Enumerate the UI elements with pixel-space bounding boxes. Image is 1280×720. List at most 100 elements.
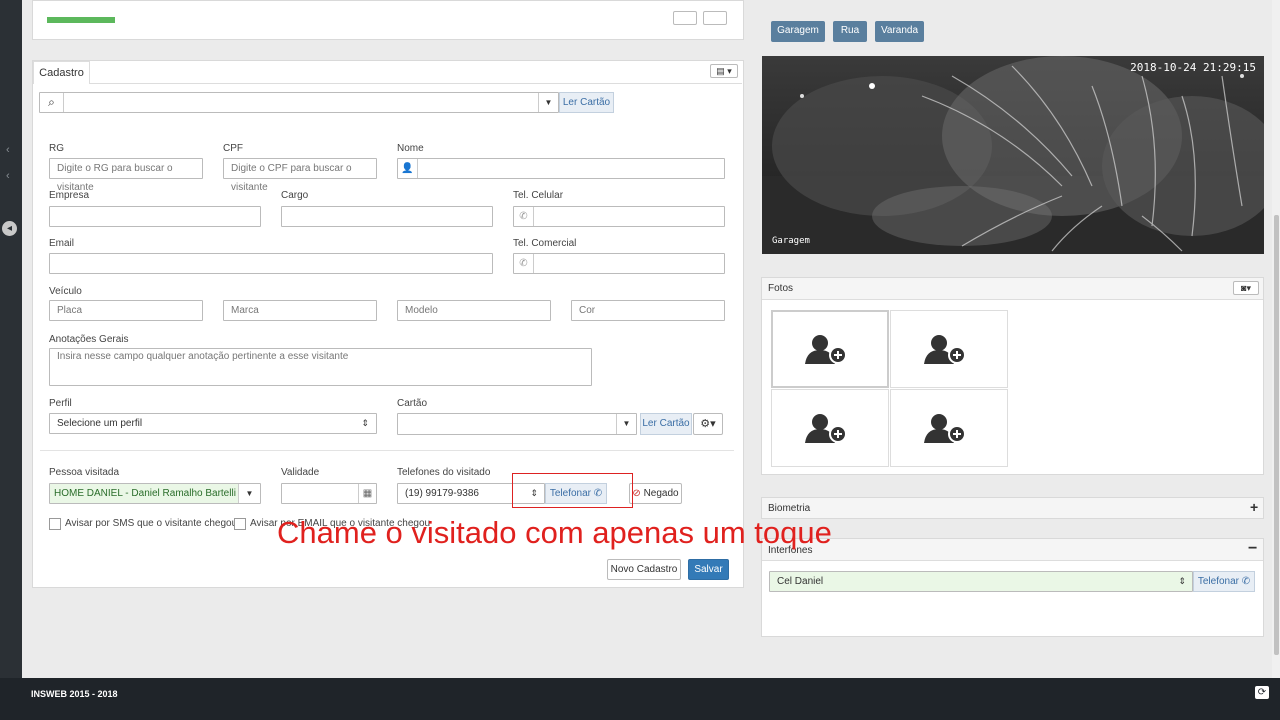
camera-image (762, 56, 1264, 254)
nome-label: Nome (397, 143, 424, 154)
empresa-input[interactable] (49, 206, 261, 227)
search-dropdown-caret-icon[interactable]: ▼ (538, 93, 558, 112)
interfones-select[interactable]: Cel Daniel ⇕ (769, 571, 1193, 592)
phone-icon-4: ✆ (1241, 576, 1251, 587)
calendar-icon[interactable]: ▦ (358, 484, 376, 503)
top-btn-1[interactable] (673, 11, 697, 25)
camera-icon[interactable]: ◙▾ (1233, 281, 1259, 295)
validade-input[interactable]: ▦ (281, 483, 377, 504)
empresa-label: Empresa (49, 190, 90, 201)
sms-checkbox-label: Avisar por SMS que o visitante chegou (65, 518, 238, 529)
phone-icon: ✆ (514, 207, 534, 226)
cargo-label: Cargo (281, 190, 309, 201)
rg-input[interactable]: Digite o RG para buscar o visitante (49, 158, 203, 193)
select-arrows-icon: ⇕ (361, 418, 369, 428)
anotacoes-label: Anotações Gerais (49, 334, 129, 345)
add-person-icon-4 (924, 414, 966, 443)
cartao-label: Cartão (397, 398, 428, 409)
camera-rua-button[interactable]: Rua (833, 21, 867, 42)
nome-input[interactable]: 👤 (397, 158, 725, 179)
expand-plus-icon[interactable]: + (1250, 499, 1258, 515)
email-label: Email (49, 238, 75, 249)
top-green-bar (47, 17, 115, 23)
negado-button[interactable]: ⊘ Negado (629, 483, 682, 504)
email-checkbox[interactable] (234, 518, 246, 530)
user-icon: 👤 (398, 159, 418, 178)
interfones-value: Cel Daniel (777, 576, 824, 587)
top-panel (32, 0, 744, 40)
cpf-label: CPF (223, 143, 243, 154)
back-circle-icon[interactable]: ◂ (2, 221, 17, 236)
tel-comercial-label: Tel. Comercial (513, 238, 577, 249)
panel-options-button[interactable]: ▤ ▾ (710, 64, 738, 78)
marca-input[interactable]: Marca (223, 300, 377, 321)
cpf-input[interactable]: Digite o CPF para buscar o visitante (223, 158, 377, 193)
add-person-icon (805, 335, 847, 364)
interfones-telefonar-label: Telefonar (1197, 576, 1239, 587)
phone-icon-2: ✆ (514, 254, 534, 273)
cadastro-panel (32, 60, 744, 588)
cartao-dropdown-caret-icon[interactable]: ▼ (616, 414, 636, 434)
ler-cartao-button[interactable]: Ler Cartão (559, 92, 614, 113)
highlight-box (512, 473, 633, 508)
fotos-title: Fotos (768, 283, 794, 294)
form-divider (40, 450, 734, 451)
scrollbar-thumb[interactable] (1274, 215, 1279, 655)
tab-cadastro[interactable]: Cadastro (33, 61, 90, 84)
search-input[interactable]: ⌕ ▼ (39, 92, 559, 113)
fotos-header (762, 278, 1263, 300)
tab-divider (90, 83, 742, 84)
cartao-select[interactable]: ▼ (397, 413, 637, 435)
telefones-value: (19) 99179-9386 (405, 488, 479, 499)
sms-checkbox[interactable] (49, 518, 61, 530)
cargo-input[interactable] (281, 206, 493, 227)
ban-icon: ⊘ (632, 488, 641, 499)
tel-comercial-input[interactable]: ✆ (513, 253, 725, 274)
biometria-panel[interactable] (761, 497, 1264, 519)
anotacoes-textarea[interactable]: Insira nesse campo qualquer anotação per… (49, 348, 592, 386)
email-input[interactable] (49, 253, 493, 274)
rg-label: RG (49, 143, 64, 154)
cartao-ler-button[interactable]: Ler Cartão (640, 413, 692, 435)
top-btn-2[interactable] (703, 11, 727, 25)
add-person-icon-2 (924, 335, 966, 364)
interfones-header (762, 539, 1263, 561)
placa-input[interactable]: Placa (49, 300, 203, 321)
tel-celular-input[interactable]: ✆ (513, 206, 725, 227)
footer-text: INSWEB 2015 - 2018 (31, 689, 118, 699)
camera-varanda-button[interactable]: Varanda (875, 21, 924, 42)
add-person-icon-3 (805, 414, 847, 443)
negado-label: Negado (643, 488, 679, 499)
collapse-arrow-icon[interactable]: ‹ (6, 144, 10, 156)
perfil-select[interactable]: Selecione um perfil ⇕ (49, 413, 377, 434)
modelo-input[interactable]: Modelo (397, 300, 551, 321)
pessoa-visitada-value: HOME DANIEL - Daniel Ramalho Bartelli (54, 488, 236, 499)
camera-garagem-button[interactable]: Garagem (771, 21, 825, 42)
select-arrows-icon-3: ⇕ (1178, 576, 1186, 586)
pessoa-dropdown-caret-icon[interactable]: ▼ (238, 484, 260, 503)
tel-celular-label: Tel. Celular (513, 190, 564, 201)
cor-input[interactable]: Cor (571, 300, 725, 321)
pessoa-visitada-select[interactable]: HOME DANIEL - Daniel Ramalho Bartelli ▼ (49, 483, 261, 504)
footer: INSWEB 2015 - 2018 ⟳ (0, 678, 1280, 720)
overlay-caption: Chame o visitado com apenas um toque (277, 515, 832, 550)
novo-cadastro-button[interactable]: Novo Cadastro (607, 559, 681, 580)
search-icon: ⌕ (40, 93, 64, 112)
interfones-telefonar-button[interactable]: Telefonar ✆ (1193, 571, 1255, 592)
gear-icon[interactable]: ⚙▾ (693, 413, 723, 435)
camera-feed: 2018-10-24 21:29:15 Garagem (762, 56, 1264, 254)
camera-label: Garagem (772, 236, 810, 246)
veiculo-label: Veículo (49, 286, 82, 297)
refresh-icon[interactable]: ⟳ (1255, 686, 1269, 699)
camera-timestamp: 2018-10-24 21:29:15 (1130, 61, 1256, 74)
perfil-label: Perfil (49, 398, 72, 409)
collapse-arrow-icon-2[interactable]: ‹ (6, 170, 10, 182)
perfil-select-value: Selecione um perfil (57, 418, 143, 429)
salvar-button[interactable]: Salvar (688, 559, 729, 580)
telefones-label: Telefones do visitado (397, 467, 491, 478)
left-sidebar: ‹ ‹ ◂ (0, 0, 22, 678)
pessoa-visitada-label: Pessoa visitada (49, 467, 120, 478)
collapse-minus-icon[interactable]: − (1248, 540, 1257, 558)
validade-label: Validade (281, 467, 320, 478)
biometria-title: Biometria (768, 503, 811, 514)
